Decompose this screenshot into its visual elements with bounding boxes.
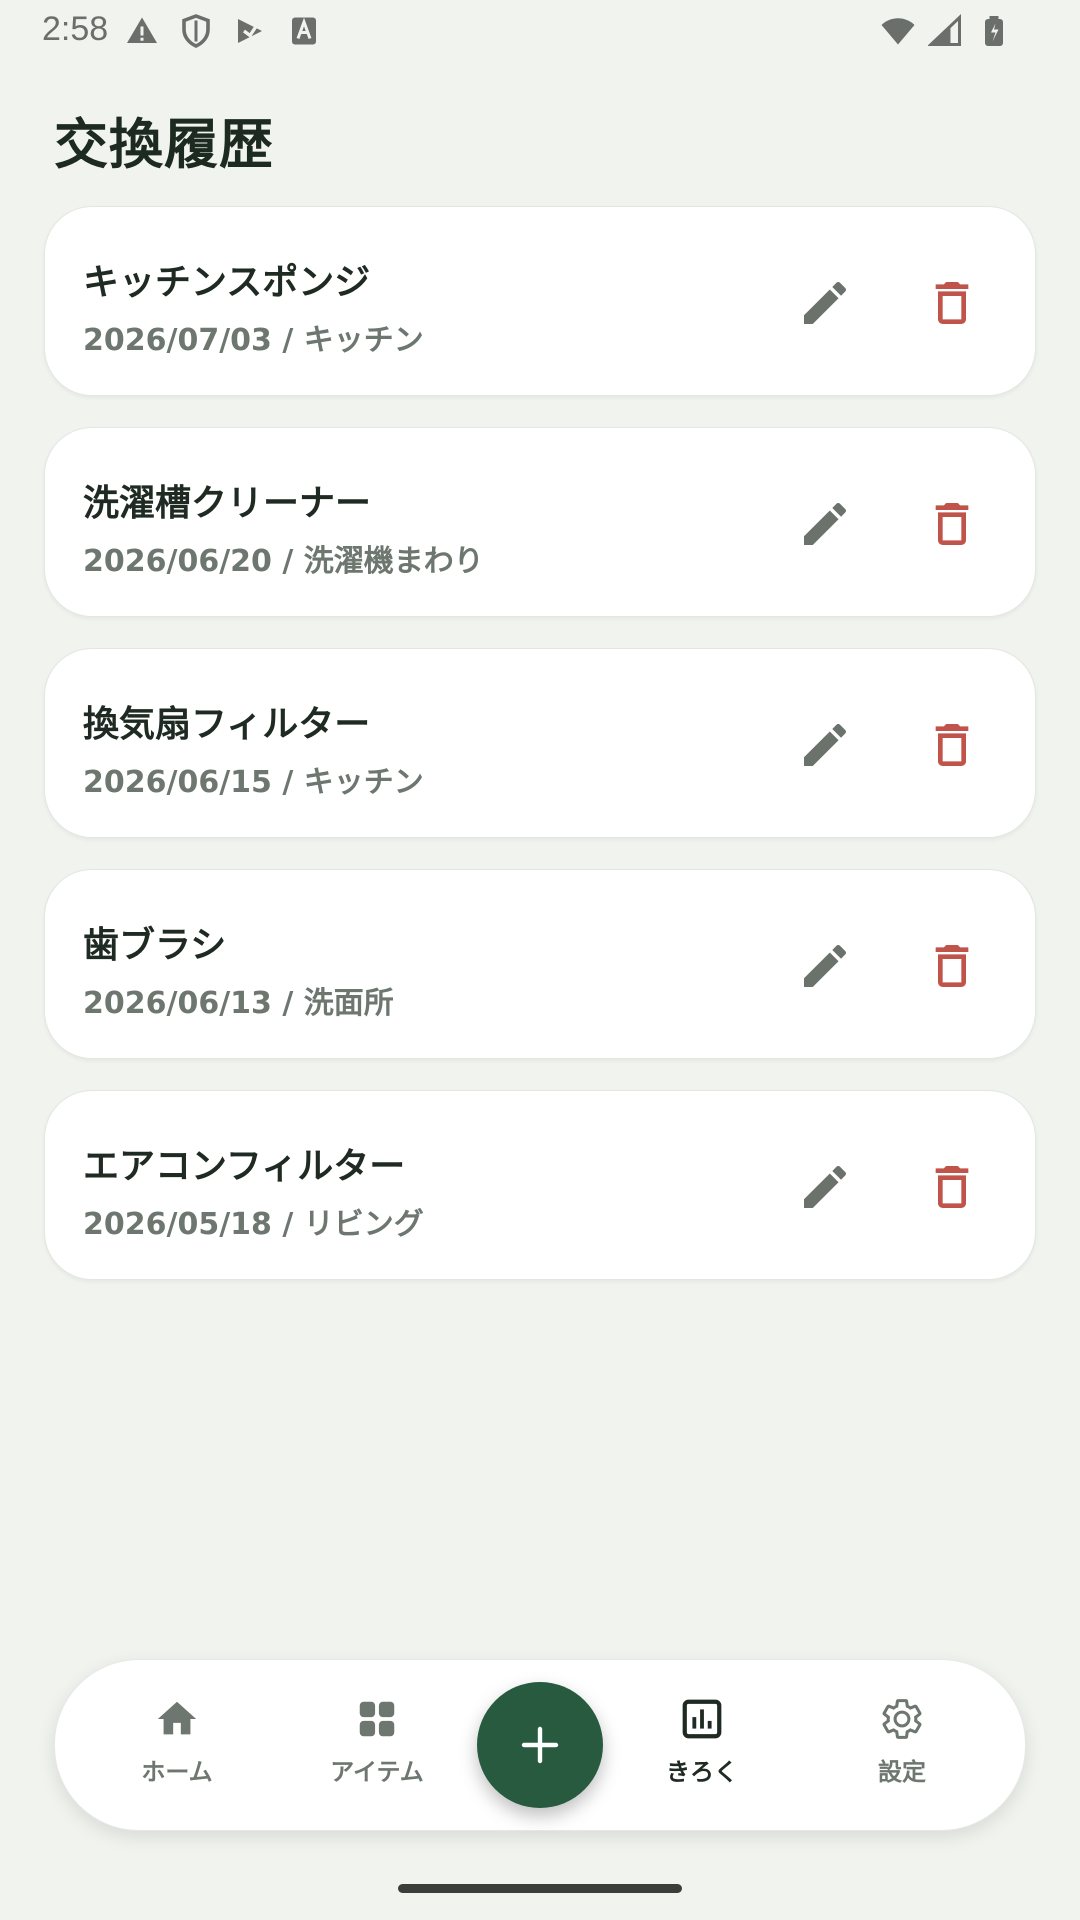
plus-icon: [521, 1726, 559, 1764]
text-a-icon: [292, 17, 316, 45]
nav-items-label: アイテム: [330, 1758, 424, 1786]
shield-icon: [182, 14, 210, 48]
add-record-button[interactable]: [477, 1682, 603, 1808]
gesture-home-indicator[interactable]: [398, 1884, 682, 1893]
item-date-location: 2026/06/15 / キッチン: [83, 765, 424, 800]
pencil-icon: [804, 1165, 847, 1208]
wifi-icon: [881, 18, 915, 45]
edit-button[interactable]: [795, 1157, 855, 1217]
chart-icon: [682, 1699, 722, 1739]
item-name: エアコンフィルター: [83, 1146, 406, 1187]
nav-settings[interactable]: 設定: [812, 1696, 992, 1806]
history-card[interactable]: 換気扇フィルター 2026/06/15 / キッチン: [44, 648, 1036, 838]
edit-button[interactable]: [795, 936, 855, 996]
item-name: 歯ブラシ: [83, 925, 227, 966]
item-date-location: 2026/06/13 / 洗面所: [83, 986, 394, 1021]
play-store-icon: [238, 19, 262, 43]
battery-icon: [985, 16, 1003, 46]
edit-button[interactable]: [795, 273, 855, 333]
nav-home-label: ホーム: [141, 1758, 213, 1786]
signal-icon: [928, 14, 961, 46]
delete-button[interactable]: [922, 273, 982, 333]
pencil-icon: [804, 944, 847, 987]
item-name: 換気扇フィルター: [83, 704, 371, 745]
status-time: 2:58: [42, 10, 109, 48]
delete-button[interactable]: [922, 936, 982, 996]
item-date-location: 2026/05/18 / リビング: [83, 1207, 424, 1242]
item-name: キッチンスポンジ: [83, 262, 371, 303]
history-card[interactable]: 洗濯槽クリーナー 2026/06/20 / 洗濯機まわり: [44, 427, 1036, 617]
delete-button[interactable]: [922, 494, 982, 554]
delete-button[interactable]: [922, 715, 982, 775]
trash-icon: [935, 503, 969, 545]
item-date-location: 2026/06/20 / 洗濯機まわり: [83, 544, 484, 579]
nav-records[interactable]: きろく: [612, 1696, 792, 1806]
history-card[interactable]: キッチンスポンジ 2026/07/03 / キッチン: [44, 206, 1036, 396]
edit-button[interactable]: [795, 494, 855, 554]
status-system-icons: [880, 13, 1012, 49]
pencil-icon: [804, 502, 847, 545]
status-notification-icons: [124, 13, 322, 49]
edit-button[interactable]: [795, 715, 855, 775]
history-card[interactable]: 歯ブラシ 2026/06/13 / 洗面所: [44, 869, 1036, 1059]
nav-home[interactable]: ホーム: [87, 1696, 267, 1806]
status-bar: 2:58: [0, 0, 1080, 62]
item-date-location: 2026/07/03 / キッチン: [83, 323, 424, 358]
history-card[interactable]: エアコンフィルター 2026/05/18 / リビング: [44, 1090, 1036, 1280]
page-title: 交換履歴: [54, 113, 274, 176]
grid-icon: [359, 1701, 395, 1737]
warning-icon: [127, 17, 157, 43]
pencil-icon: [804, 723, 847, 766]
nav-settings-label: 設定: [878, 1758, 926, 1786]
trash-icon: [935, 945, 969, 987]
gear-icon: [882, 1699, 922, 1739]
trash-icon: [935, 282, 969, 324]
pencil-icon: [804, 281, 847, 324]
trash-icon: [935, 1166, 969, 1208]
trash-icon: [935, 724, 969, 766]
delete-button[interactable]: [922, 1157, 982, 1217]
history-list: キッチンスポンジ 2026/07/03 / キッチン 洗濯槽クリーナー 2026…: [44, 206, 1036, 1311]
item-name: 洗濯槽クリーナー: [83, 483, 372, 524]
nav-records-label: きろく: [666, 1758, 738, 1786]
home-icon: [157, 1701, 197, 1735]
nav-items[interactable]: アイテム: [287, 1696, 467, 1806]
